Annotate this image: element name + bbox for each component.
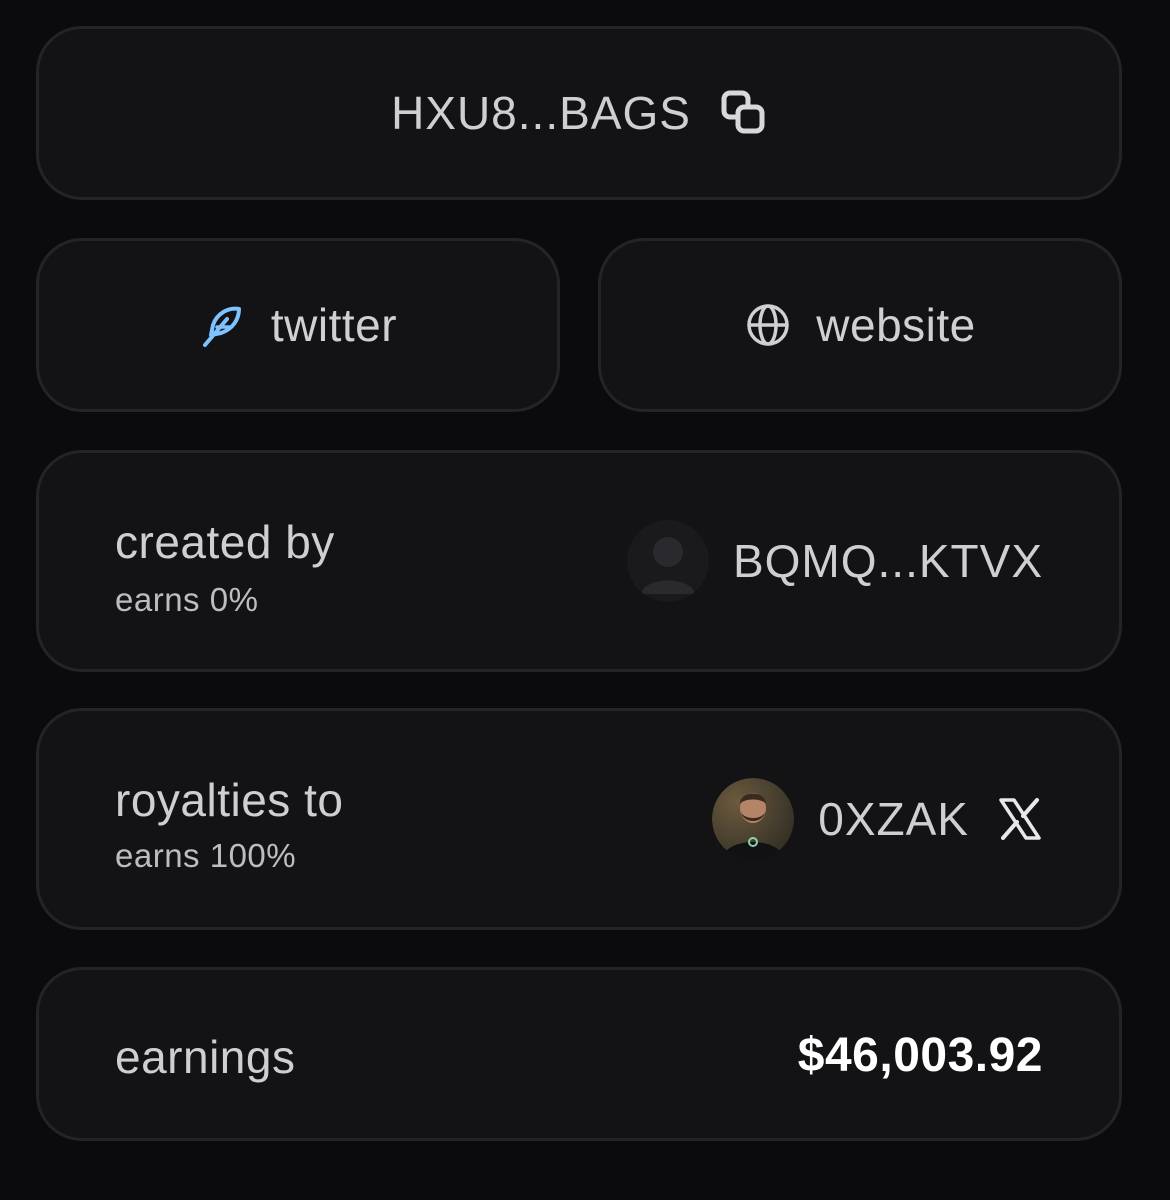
creator-title: created by [115,516,335,568]
royalties-name: 0XZAK [818,793,969,845]
token-info-panel: HXU8...BAGS twitter website created by e… [0,0,1170,1200]
creator-earns: earns 0% [115,581,259,618]
user-photo-avatar [712,778,795,860]
royalties-title: royalties to [115,774,344,826]
token-address-button[interactable]: HXU8...BAGS [36,26,1122,200]
creator-profile-link[interactable]: BQMQ...KTVX [626,453,1043,669]
twitter-label: twitter [270,299,398,351]
website-link-button[interactable]: website [598,238,1122,412]
twitter-link-button[interactable]: twitter [36,238,560,412]
token-address: HXU8...BAGS [391,87,691,139]
royalties-profile-link[interactable]: 0XZAK [712,711,1043,927]
globe-icon [747,304,790,346]
earnings-value: $46,003.92 [797,1029,1043,1082]
earnings-label: earnings [115,1031,296,1083]
royalties-earns: earns 100% [115,837,297,874]
royalties-card: royalties to earns 100% 0XZAK [36,708,1122,930]
x-icon[interactable] [997,796,1043,842]
copy-icon[interactable] [721,90,767,136]
website-label: website [816,299,976,351]
creator-card: created by earns 0% BQMQ...KTVX [36,450,1122,672]
creator-name: BQMQ...KTVX [732,535,1043,587]
feather-icon [202,306,241,347]
default-user-avatar [626,520,709,602]
earnings-card: earnings $46,003.92 [36,967,1122,1141]
